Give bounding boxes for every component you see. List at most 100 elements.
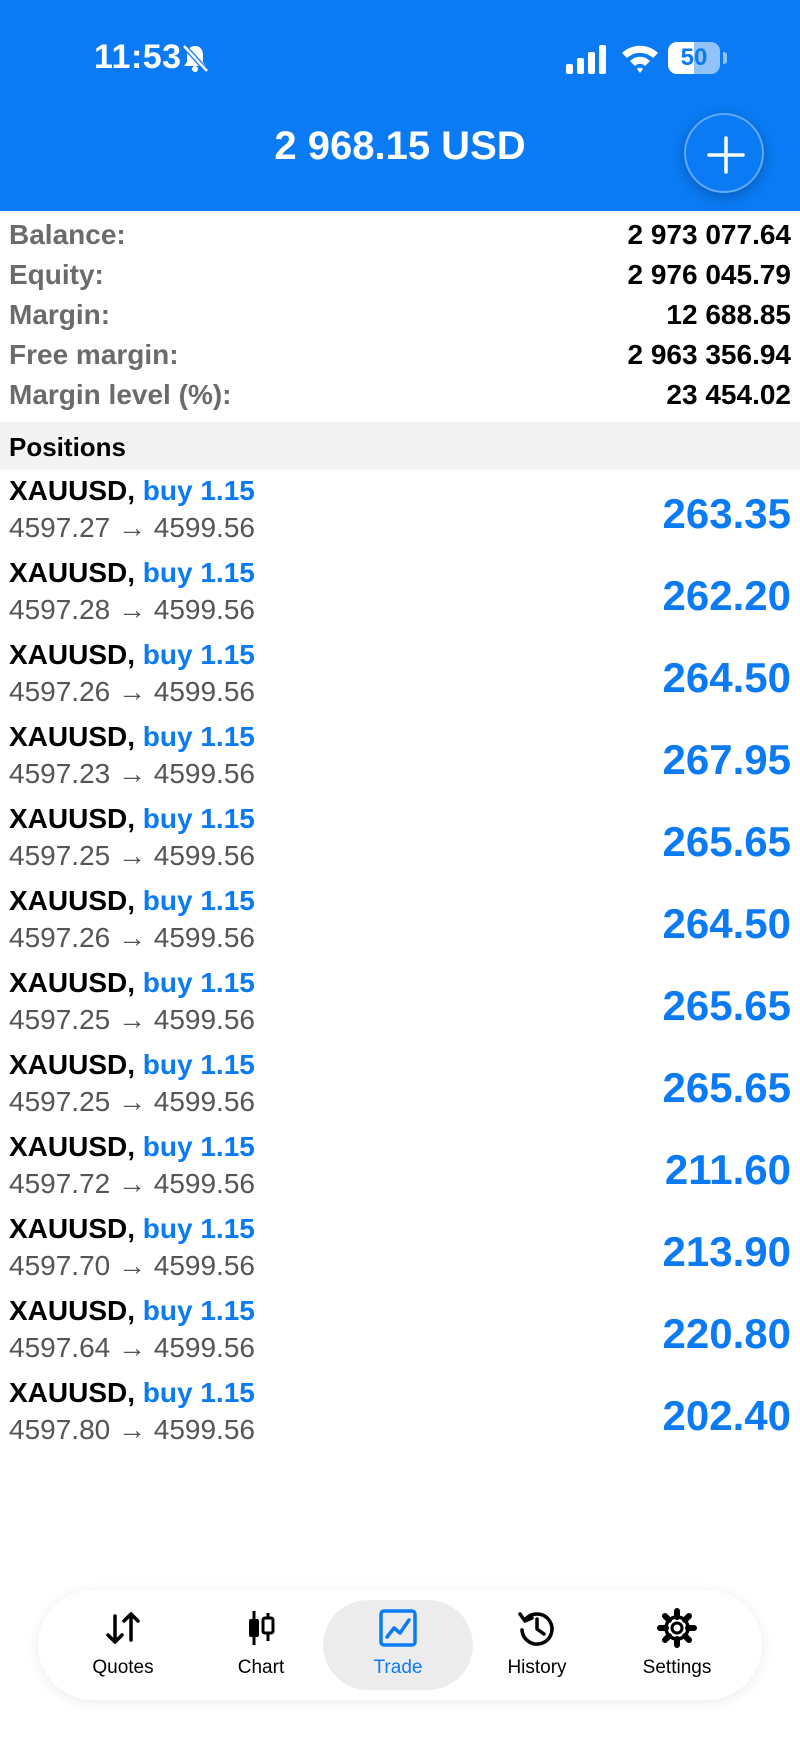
settings-icon: [657, 1608, 697, 1648]
position-row[interactable]: XAUUSD, buy 1.15 4597.70 → 4599.56 213.9…: [0, 1210, 800, 1292]
quotes-icon: [103, 1608, 143, 1648]
add-order-button[interactable]: [684, 113, 764, 193]
position-prices: 4597.25 → 4599.56: [9, 1086, 255, 1117]
positions-title: Positions: [9, 432, 127, 462]
summary-label: Balance:: [9, 219, 126, 250]
position-profit: 263.35: [662, 490, 791, 537]
position-prices: 4597.72 → 4599.56: [9, 1168, 255, 1199]
position-symbol: XAUUSD,: [9, 803, 136, 834]
position-row[interactable]: XAUUSD, buy 1.15 4597.72 → 4599.56 211.6…: [0, 1128, 800, 1210]
bell-muted-icon: [180, 42, 210, 74]
summary-value: 12 688.85: [666, 299, 791, 330]
position-row[interactable]: XAUUSD, buy 1.15 4597.28 → 4599.56 262.2…: [0, 554, 800, 636]
position-symbol: XAUUSD,: [9, 557, 136, 588]
summary-row-balance: Balance: 2 973 077.64: [0, 216, 800, 256]
page-title: 2 968.15 USD: [274, 124, 526, 168]
position-symbol: XAUUSD,: [9, 475, 136, 506]
position-prices: 4597.26 → 4599.56: [9, 676, 255, 707]
tab-settings[interactable]: Settings: [602, 1600, 752, 1690]
cellular-signal-icon: [566, 44, 608, 74]
positions-list: XAUUSD, buy 1.15 4597.27 → 4599.56 263.3…: [0, 472, 800, 1456]
wifi-icon: [620, 42, 660, 74]
position-prices: 4597.70 → 4599.56: [9, 1250, 255, 1281]
summary-value: 2 963 356.94: [627, 339, 792, 370]
position-profit: 267.95: [662, 736, 791, 783]
tab-label: Trade: [373, 1657, 423, 1678]
summary-label: Margin:: [9, 299, 111, 330]
position-row[interactable]: XAUUSD, buy 1.15 4597.64 → 4599.56 220.8…: [0, 1292, 800, 1374]
position-type: buy 1.15: [142, 967, 255, 998]
summary-row-free-margin: Free margin: 2 963 356.94: [0, 336, 800, 376]
position-symbol: XAUUSD,: [9, 1213, 136, 1244]
position-type: buy 1.15: [142, 803, 255, 834]
summary-label: Equity:: [9, 259, 104, 290]
battery-level: 50: [680, 44, 708, 71]
position-type: buy 1.15: [142, 885, 255, 916]
position-symbol: XAUUSD,: [9, 1377, 136, 1408]
tab-trade[interactable]: Trade: [323, 1600, 473, 1690]
tab-bar: Quotes Chart Trade History Settings: [38, 1590, 762, 1700]
trade-icon: [378, 1608, 418, 1648]
position-row[interactable]: XAUUSD, buy 1.15 4597.25 → 4599.56 265.6…: [0, 964, 800, 1046]
position-prices: 4597.27 → 4599.56: [9, 512, 255, 543]
position-profit: 264.50: [662, 900, 791, 947]
position-type: buy 1.15: [142, 475, 255, 506]
battery-icon: 50: [668, 42, 728, 74]
position-symbol: XAUUSD,: [9, 1049, 136, 1080]
position-profit: 264.50: [662, 654, 791, 701]
tab-label: History: [507, 1657, 567, 1678]
position-row[interactable]: XAUUSD, buy 1.15 4597.80 → 4599.56 202.4…: [0, 1374, 800, 1456]
status-time: 11:53: [94, 38, 182, 76]
plus-icon: [707, 136, 745, 174]
summary-value: 23 454.02: [666, 379, 791, 410]
status-bar: 11:53 50: [0, 0, 800, 110]
position-profit: 202.40: [662, 1392, 791, 1439]
position-symbol: XAUUSD,: [9, 1131, 136, 1162]
position-row[interactable]: XAUUSD, buy 1.15 4597.26 → 4599.56 264.5…: [0, 636, 800, 718]
summary-label: Free margin:: [9, 339, 179, 370]
position-symbol: XAUUSD,: [9, 967, 136, 998]
position-profit: 220.80: [662, 1310, 791, 1357]
header: 11:53 50 2 968.15 USD: [0, 0, 800, 211]
tab-label: Quotes: [92, 1657, 154, 1678]
history-icon: [517, 1608, 557, 1648]
position-row[interactable]: XAUUSD, buy 1.15 4597.23 → 4599.56 267.9…: [0, 718, 800, 800]
position-type: buy 1.15: [142, 1377, 255, 1408]
summary-label: Margin level (%):: [9, 379, 232, 410]
summary-value: 2 973 077.64: [627, 219, 792, 250]
position-symbol: XAUUSD,: [9, 639, 136, 670]
position-profit: 265.65: [662, 982, 791, 1029]
position-prices: 4597.26 → 4599.56: [9, 922, 255, 953]
summary-row-margin: Margin: 12 688.85: [0, 296, 800, 336]
position-type: buy 1.15: [142, 721, 255, 752]
position-row[interactable]: XAUUSD, buy 1.15 4597.26 → 4599.56 264.5…: [0, 882, 800, 964]
tab-chart[interactable]: Chart: [186, 1600, 336, 1690]
tab-history[interactable]: History: [462, 1600, 612, 1690]
tab-label: Settings: [642, 1657, 712, 1678]
position-prices: 4597.64 → 4599.56: [9, 1332, 255, 1363]
position-type: buy 1.15: [142, 1049, 255, 1080]
position-type: buy 1.15: [142, 1213, 255, 1244]
tab-label: Chart: [237, 1657, 285, 1678]
position-type: buy 1.15: [142, 639, 255, 670]
position-prices: 4597.23 → 4599.56: [9, 758, 255, 789]
position-row[interactable]: XAUUSD, buy 1.15 4597.25 → 4599.56 265.6…: [0, 800, 800, 882]
position-symbol: XAUUSD,: [9, 721, 136, 752]
position-type: buy 1.15: [142, 557, 255, 588]
position-prices: 4597.25 → 4599.56: [9, 840, 255, 871]
account-summary: Balance: 2 973 077.64 Equity: 2 976 045.…: [0, 216, 800, 416]
summary-row-margin-level: Margin level (%): 23 454.02: [0, 376, 800, 416]
position-profit: 211.60: [664, 1146, 791, 1193]
position-row[interactable]: XAUUSD, buy 1.15 4597.27 → 4599.56 263.3…: [0, 472, 800, 554]
position-prices: 4597.28 → 4599.56: [9, 594, 255, 625]
summary-value: 2 976 045.79: [627, 259, 792, 290]
position-prices: 4597.25 → 4599.56: [9, 1004, 255, 1035]
position-row[interactable]: XAUUSD, buy 1.15 4597.25 → 4599.56 265.6…: [0, 1046, 800, 1128]
position-profit: 265.65: [662, 818, 791, 865]
position-type: buy 1.15: [142, 1131, 255, 1162]
position-prices: 4597.80 → 4599.56: [9, 1414, 255, 1445]
summary-row-equity: Equity: 2 976 045.79: [0, 256, 800, 296]
position-symbol: XAUUSD,: [9, 885, 136, 916]
position-profit: 265.65: [662, 1064, 791, 1111]
tab-quotes[interactable]: Quotes: [48, 1600, 198, 1690]
